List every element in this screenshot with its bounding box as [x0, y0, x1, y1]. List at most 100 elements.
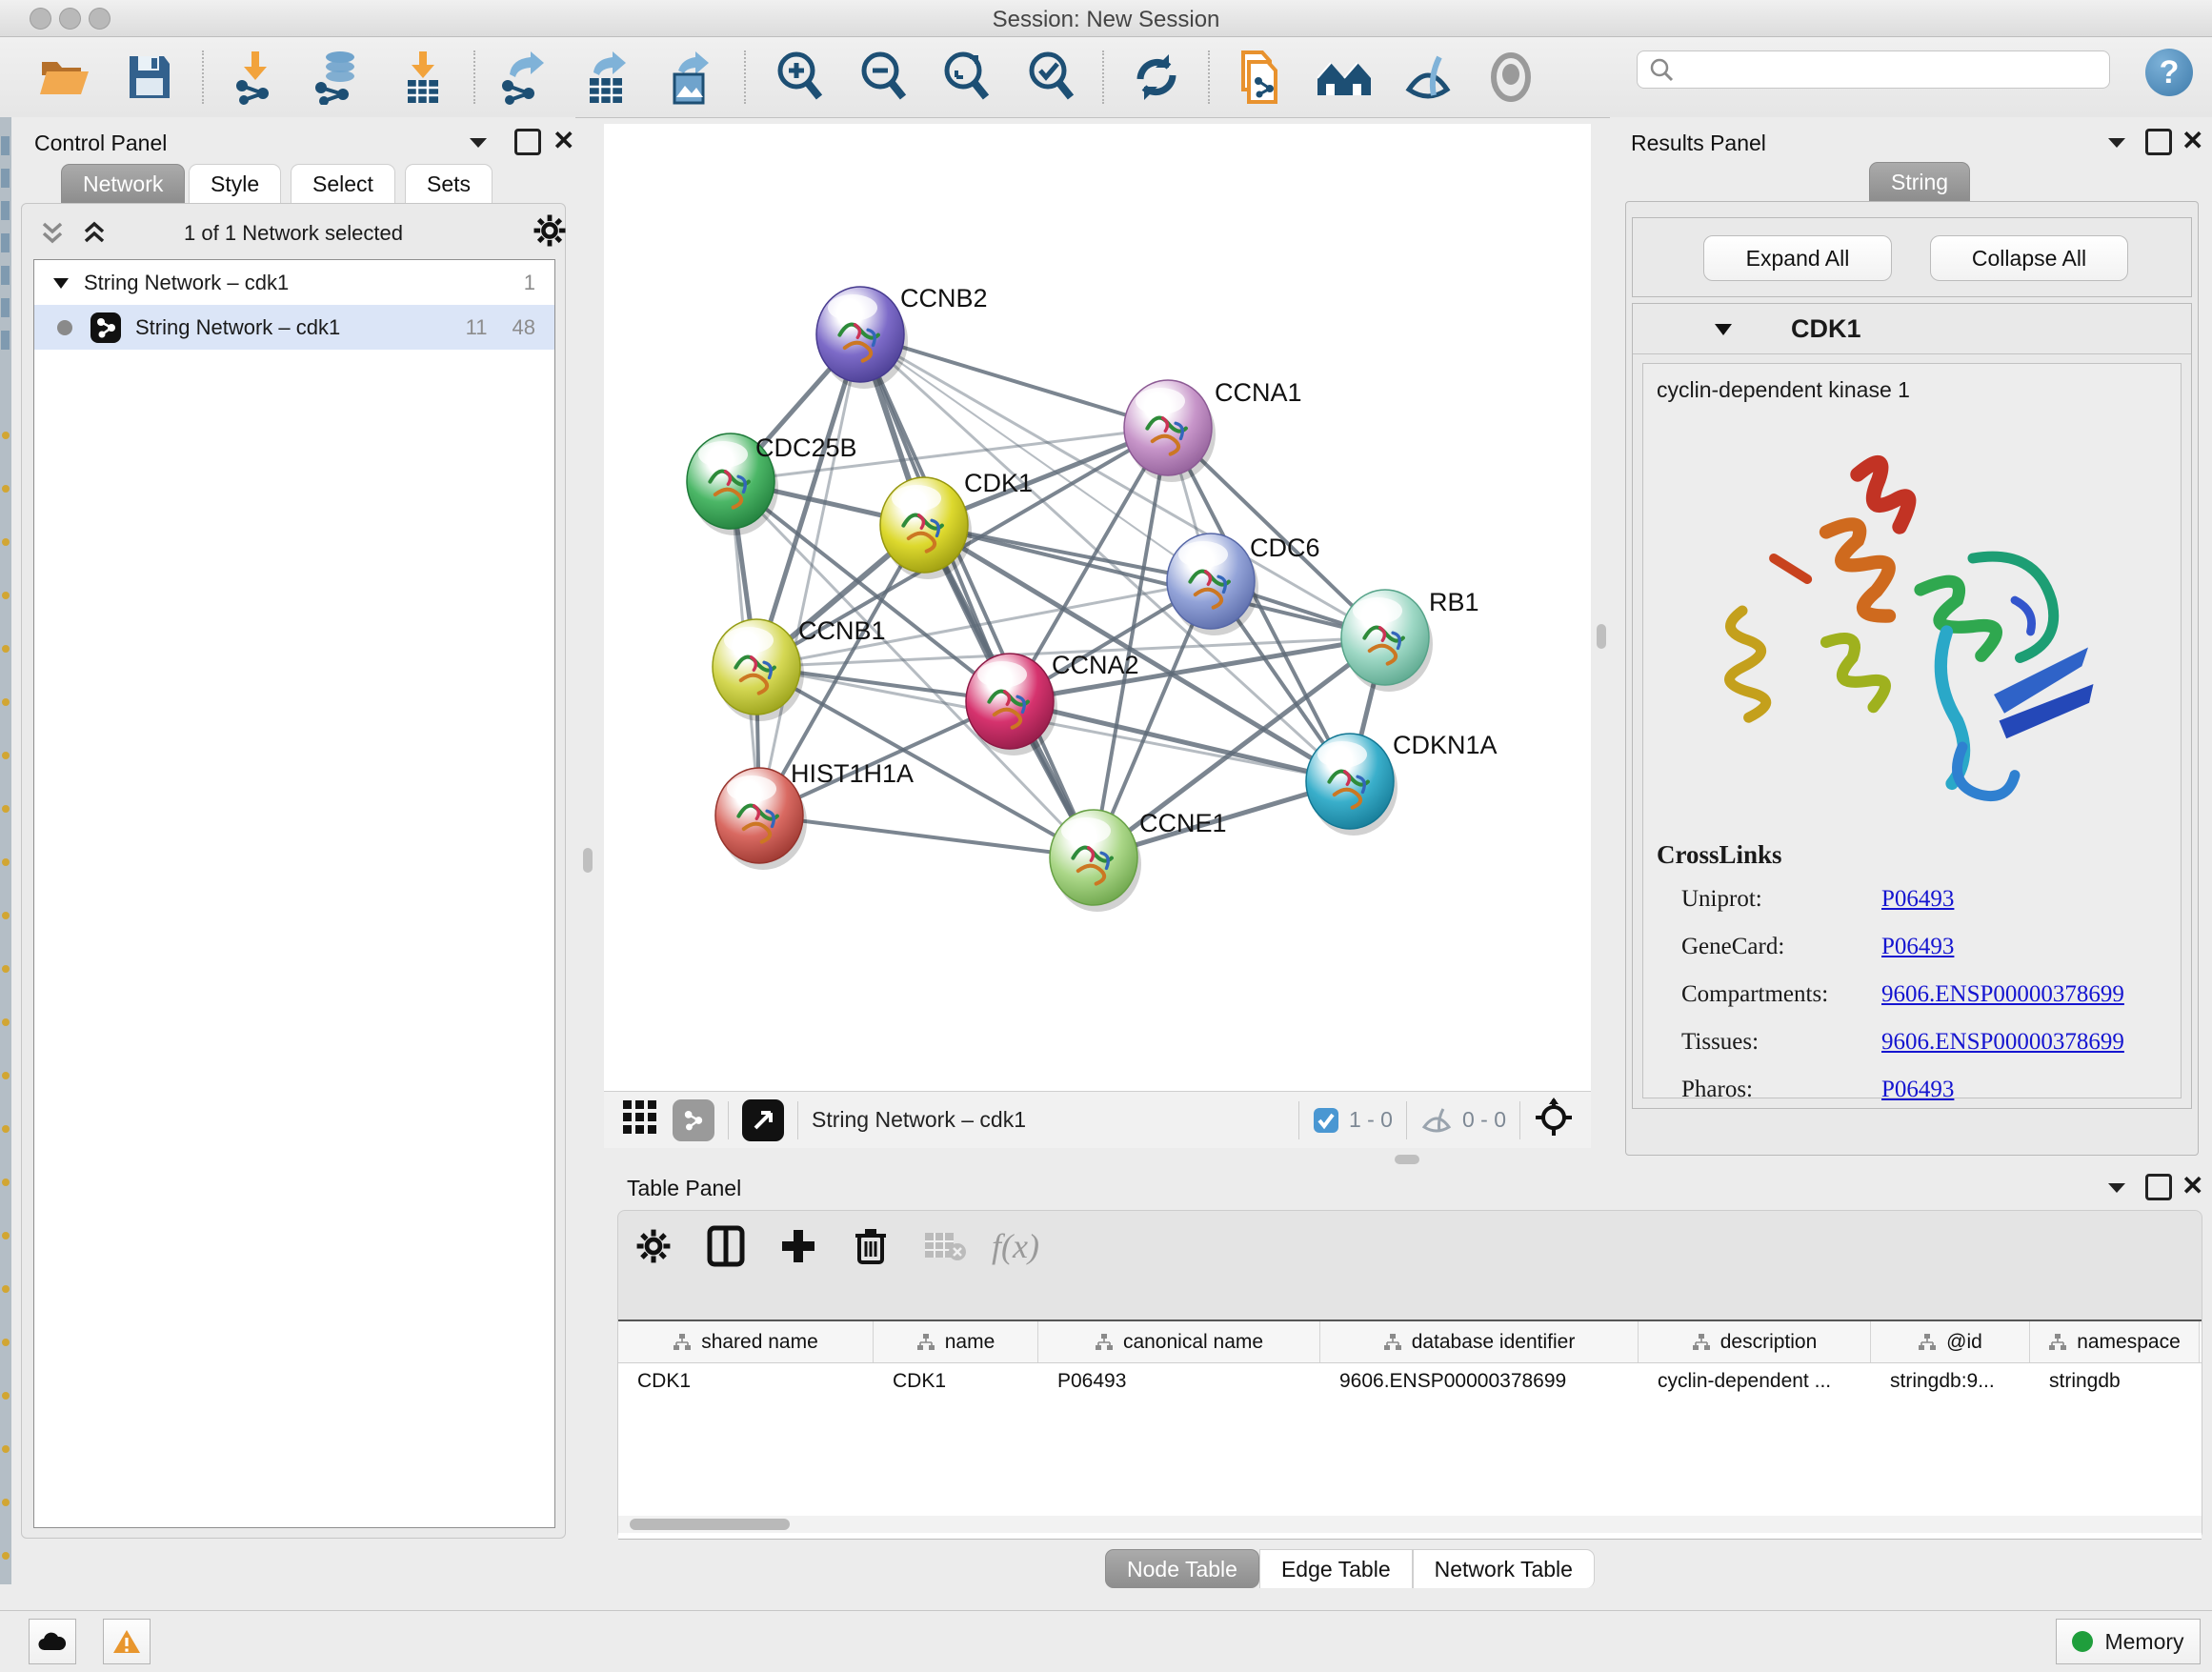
table-cell[interactable]: stringdb:9...: [1871, 1363, 2030, 1400]
table-cell[interactable]: stringdb: [2030, 1363, 2200, 1400]
import-table-button[interactable]: [392, 46, 454, 109]
network-row[interactable]: String Network – cdk1 11 48: [34, 305, 554, 350]
expand-all-button[interactable]: Expand All: [1703, 235, 1892, 281]
node-label-ccna1: CCNA1: [1215, 378, 1302, 407]
tab-node-table[interactable]: Node Table: [1105, 1549, 1259, 1588]
expand-all-networks-button[interactable]: [81, 221, 108, 251]
tab-string-results[interactable]: String: [1869, 162, 1970, 201]
column-header-description[interactable]: description: [1639, 1321, 1871, 1362]
column-header-name[interactable]: name: [874, 1321, 1038, 1362]
hide-unhide-button[interactable]: [1397, 46, 1459, 109]
table-cell[interactable]: CDK1: [874, 1363, 1038, 1400]
gene-card-header[interactable]: CDK1: [1633, 304, 2191, 354]
network-node-ccnb1[interactable]: CCNB1: [713, 616, 886, 721]
results-panel-close-button[interactable]: ✕: [2182, 125, 2203, 156]
delete-columns-button[interactable]: [843, 1219, 898, 1274]
left-splitter-handle[interactable]: [583, 848, 593, 873]
tab-style[interactable]: Style: [189, 164, 281, 203]
right-splitter-handle[interactable]: [1597, 624, 1606, 649]
network-node-cdc6[interactable]: CDC6: [1167, 534, 1320, 635]
network-node-hist1h1a[interactable]: HIST1H1A: [715, 759, 914, 870]
create-column-button[interactable]: [771, 1219, 826, 1274]
help-button[interactable]: ?: [2145, 49, 2193, 96]
cloud-status-button[interactable]: [29, 1619, 76, 1664]
export-image-button[interactable]: [658, 46, 721, 109]
network-node-ccna1[interactable]: CCNA1: [1124, 378, 1302, 482]
search-input[interactable]: [1681, 54, 2095, 85]
tab-network[interactable]: Network: [61, 164, 185, 203]
highlight-button[interactable]: [1479, 46, 1542, 109]
table-hscrollbar-thumb[interactable]: [630, 1519, 790, 1530]
network-node-rb1[interactable]: RB1: [1341, 588, 1479, 692]
network-edge-ccna2-cdkn1a[interactable]: [1010, 701, 1350, 781]
network-edge-ccne1-hist1h1a[interactable]: [759, 816, 1094, 857]
string-style-button[interactable]: [673, 1099, 714, 1141]
memory-button[interactable]: Memory: [2056, 1619, 2201, 1664]
crosslink-value-link[interactable]: P06493: [1881, 934, 1954, 960]
network-node-cdk1[interactable]: CDK1: [880, 469, 1033, 579]
open-session-button[interactable]: [33, 46, 96, 109]
bottom-splitter-handle[interactable]: [1395, 1155, 1419, 1164]
refresh-button[interactable]: [1125, 46, 1188, 109]
table-row[interactable]: CDK1CDK1P064939606.ENSP00000378699cyclin…: [618, 1363, 2202, 1400]
network-collection-row[interactable]: String Network – cdk1 1: [34, 260, 554, 305]
show-home-button[interactable]: [1313, 46, 1376, 109]
hidden-elements-indicator[interactable]: 0 - 0: [1420, 1106, 1506, 1135]
crosslink-value-link[interactable]: 9606.ENSP00000378699: [1881, 1029, 2124, 1056]
background-window-fragment: [2, 1339, 10, 1346]
export-network-button[interactable]: [492, 46, 554, 109]
collapse-all-networks-button[interactable]: [39, 221, 66, 251]
import-network-from-database-button[interactable]: [307, 46, 370, 109]
export-table-button[interactable]: [575, 46, 638, 109]
crosslink-value-link[interactable]: P06493: [1881, 886, 1954, 913]
show-grid-button[interactable]: [621, 1098, 659, 1141]
table-options-button[interactable]: [626, 1219, 681, 1274]
column-header-shared-name[interactable]: shared name: [618, 1321, 874, 1362]
tab-select[interactable]: Select: [291, 164, 395, 203]
crosslink-row: Tissues: 9606.ENSP00000378699: [1681, 1029, 2167, 1056]
duplicate-network-button[interactable]: [1228, 46, 1291, 109]
table-panel-float-button[interactable]: [2105, 1179, 2128, 1201]
table-cell[interactable]: CDK1: [618, 1363, 874, 1400]
table-cell[interactable]: P06493: [1038, 1363, 1320, 1400]
open-in-string-button[interactable]: [742, 1099, 784, 1141]
collapse-all-button[interactable]: Collapse All: [1930, 235, 2128, 281]
column-header-canonical-name[interactable]: canonical name: [1038, 1321, 1320, 1362]
network-node-cdkn1a[interactable]: CDKN1A: [1306, 731, 1498, 836]
network-edge-ccnb2-hist1h1a[interactable]: [759, 334, 860, 816]
column-header-namespace[interactable]: namespace: [2030, 1321, 2200, 1362]
control-panel-maximize-button[interactable]: [514, 129, 541, 155]
crosslink-value-link[interactable]: 9606.ENSP00000378699: [1881, 981, 2124, 1008]
import-network-button[interactable]: [226, 46, 289, 109]
table-hscrollbar-track[interactable]: [618, 1516, 2202, 1533]
zoom-fit-button[interactable]: [934, 46, 996, 109]
results-panel-float-button[interactable]: [2105, 134, 2128, 156]
save-session-button[interactable]: [118, 46, 181, 109]
control-panel-close-button[interactable]: ✕: [553, 125, 574, 156]
results-panel-maximize-button[interactable]: [2145, 129, 2172, 155]
table-cell[interactable]: 9606.ENSP00000378699: [1320, 1363, 1639, 1400]
tab-sets[interactable]: Sets: [405, 164, 493, 203]
tab-edge-table[interactable]: Edge Table: [1259, 1549, 1413, 1588]
column-header-database-identifier[interactable]: database identifier: [1320, 1321, 1639, 1362]
network-node-cdc25b[interactable]: CDC25B: [687, 433, 857, 535]
network-options-button[interactable]: [533, 213, 567, 252]
column-header--id[interactable]: @id: [1871, 1321, 2030, 1362]
delete-table-button[interactable]: [917, 1219, 973, 1274]
table-panel-close-button[interactable]: ✕: [2182, 1170, 2203, 1201]
network-canvas[interactable]: CCNB2CCNA1CDC25BCDK1CDC6RB1CCNB1CCNA2CDK…: [604, 124, 1591, 1091]
control-panel-float-button[interactable]: [467, 134, 490, 156]
zoom-in-button[interactable]: [767, 46, 830, 109]
show-columns-button[interactable]: [698, 1219, 754, 1274]
selected-nodes-checkbox[interactable]: 1 - 0: [1313, 1107, 1393, 1134]
apply-function-button[interactable]: f(x): [988, 1219, 1043, 1274]
tab-network-table[interactable]: Network Table: [1413, 1549, 1595, 1588]
zoom-out-button[interactable]: [851, 46, 914, 109]
zoom-selected-button[interactable]: [1018, 46, 1081, 109]
table-cell[interactable]: cyclin-dependent ...: [1639, 1363, 1871, 1400]
table-panel-maximize-button[interactable]: [2145, 1174, 2172, 1200]
crosslink-value-link[interactable]: P06493: [1881, 1077, 1954, 1103]
warnings-button[interactable]: [103, 1619, 151, 1664]
fit-selected-button[interactable]: [1534, 1098, 1574, 1142]
import-table-icon: [396, 50, 450, 105]
